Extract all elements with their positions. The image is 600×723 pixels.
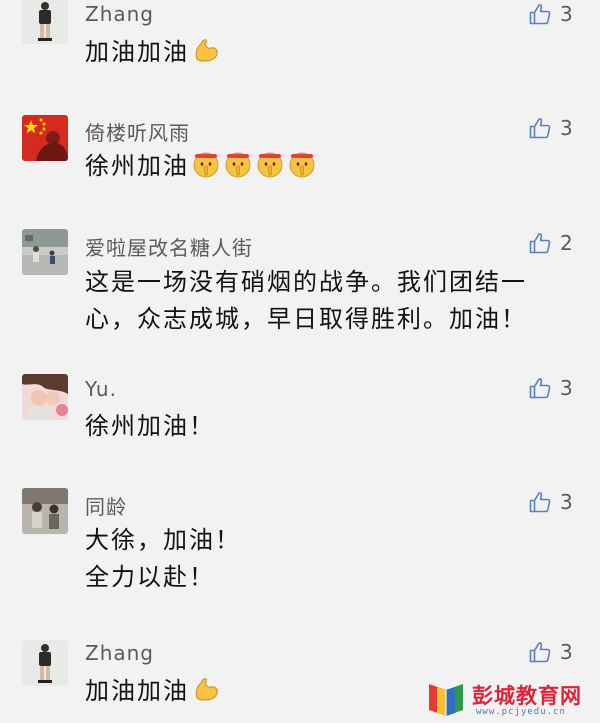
open-book-logo-icon bbox=[429, 684, 463, 716]
comment-username[interactable]: 爱啦屋改名糖人街 bbox=[85, 232, 253, 261]
comment-text-line: 加油加油 bbox=[85, 38, 189, 66]
comment-username[interactable]: Yu. bbox=[85, 377, 117, 401]
avatar[interactable] bbox=[22, 229, 68, 275]
watermark-url: www.pcjyedu.cn bbox=[476, 707, 566, 717]
like-button[interactable]: 3 bbox=[528, 2, 573, 26]
like-count: 2 bbox=[560, 231, 573, 255]
avatar[interactable] bbox=[22, 374, 68, 420]
shushing-face-emoji bbox=[257, 152, 283, 178]
avatar[interactable] bbox=[22, 115, 68, 161]
flexed-biceps-emoji bbox=[195, 39, 218, 62]
comment-username[interactable]: 同龄 bbox=[85, 491, 127, 520]
like-count: 3 bbox=[560, 2, 573, 26]
watermark-name: 彭城教育网 bbox=[472, 684, 582, 708]
avatar[interactable] bbox=[22, 640, 68, 686]
comment-text: 徐州加油！ bbox=[85, 408, 565, 445]
comment-text: 加油加油 bbox=[85, 34, 565, 71]
thumbs-up-icon bbox=[529, 233, 551, 254]
shushing-face-emoji bbox=[289, 152, 315, 178]
comment-text-line: 加油加油 bbox=[85, 677, 189, 705]
comment-text-line: 这是一场没有硝烟的战争。我们团结一 bbox=[85, 268, 527, 296]
shushing-face-emoji bbox=[225, 152, 251, 178]
comment-text-line: 徐州加油 bbox=[85, 152, 189, 180]
comment-list: Zhang 3 加油加油 倚楼听风雨 3 徐州加油 爱啦屋改名糖人街 2 这是一… bbox=[0, 0, 600, 723]
comment-text: 徐州加油 bbox=[85, 148, 565, 185]
thumbs-up-icon bbox=[529, 378, 551, 399]
comment-text-line: 大徐，加油！ bbox=[85, 526, 241, 554]
watermark: 彭城教育网 www.pcjyedu.cn bbox=[420, 674, 600, 723]
like-button[interactable]: 3 bbox=[528, 376, 573, 400]
like-count: 3 bbox=[560, 116, 573, 140]
like-button[interactable]: 3 bbox=[528, 640, 573, 664]
like-count: 3 bbox=[560, 490, 573, 514]
shushing-face-emoji bbox=[193, 152, 219, 178]
comment-username[interactable]: 倚楼听风雨 bbox=[85, 117, 190, 146]
thumbs-up-icon bbox=[529, 492, 551, 513]
avatar[interactable] bbox=[22, 0, 68, 44]
comment-text: 大徐，加油！ 全力以赴！ bbox=[85, 522, 565, 596]
thumbs-up-icon bbox=[529, 118, 551, 139]
like-button[interactable]: 3 bbox=[528, 490, 573, 514]
comment-username[interactable]: Zhang bbox=[85, 2, 154, 26]
comment-text-line: 全力以赴！ bbox=[85, 563, 215, 591]
flexed-biceps-emoji bbox=[195, 678, 218, 701]
comment-text: 这是一场没有硝烟的战争。我们团结一 心，众志成城，早日取得胜利。加油！ bbox=[85, 264, 565, 338]
like-button[interactable]: 3 bbox=[528, 116, 573, 140]
thumbs-up-icon bbox=[529, 642, 551, 663]
comment-text-line: 徐州加油！ bbox=[85, 412, 215, 440]
like-count: 3 bbox=[560, 376, 573, 400]
comment-text-line: 心，众志成城，早日取得胜利。加油！ bbox=[85, 305, 527, 333]
like-count: 3 bbox=[560, 640, 573, 664]
thumbs-up-icon bbox=[529, 4, 551, 25]
avatar[interactable] bbox=[22, 488, 68, 534]
comment-username[interactable]: Zhang bbox=[85, 641, 154, 665]
like-button[interactable]: 2 bbox=[528, 231, 573, 255]
